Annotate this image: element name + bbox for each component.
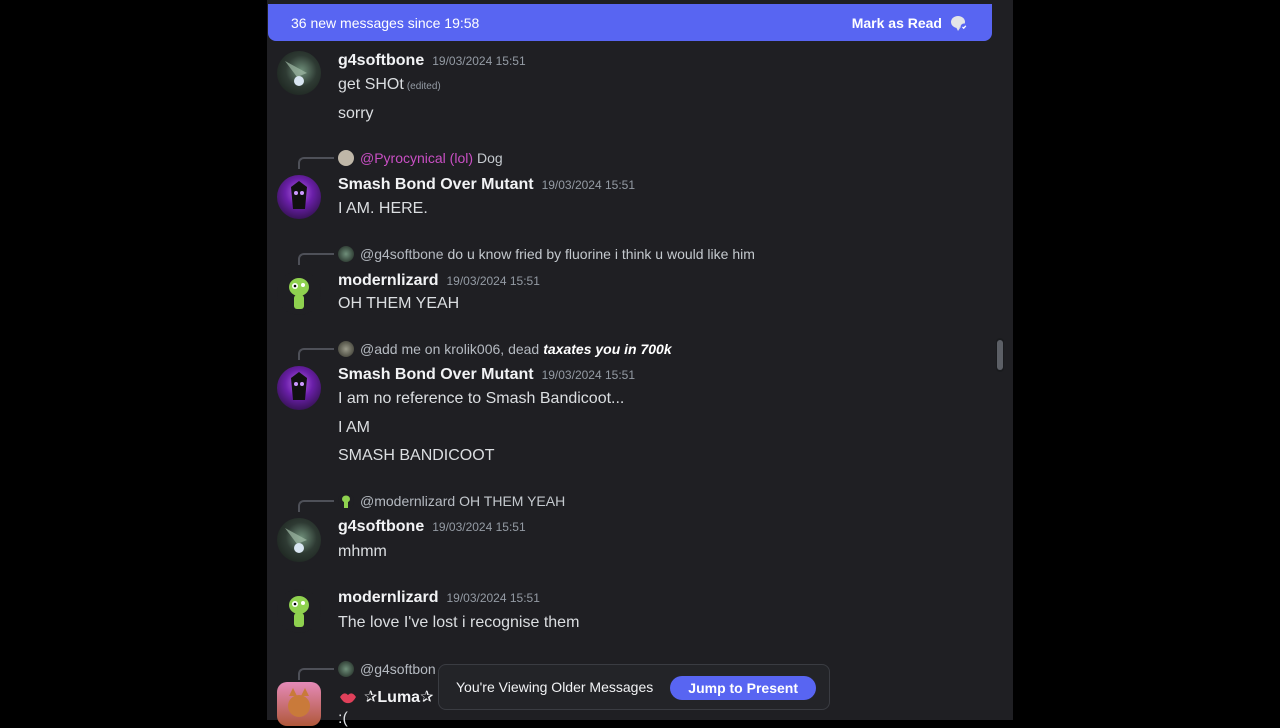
new-messages-text: 36 new messages since 19:58 — [291, 14, 480, 31]
author-name[interactable]: g4softbone — [338, 52, 424, 69]
author-name[interactable]: Smash Bond Over Mutant — [338, 176, 534, 193]
reply-text: do u know fried by fluorine i think u wo… — [447, 246, 755, 262]
username[interactable]: Smash Bond Over Mutant 19/03/2024 15:51 — [338, 176, 635, 194]
message-text: I AM. HERE. — [338, 200, 428, 217]
reply-preview[interactable]: @Pyrocynical (lol) Dog — [338, 150, 503, 166]
reply-preview[interactable]: @g4softbon — [338, 661, 440, 677]
reply-spine — [298, 668, 334, 680]
reply-spine — [298, 500, 334, 512]
mark-read-icon — [951, 15, 968, 31]
message-text: I AM — [338, 419, 371, 436]
author-name[interactable]: g4softbone — [338, 518, 424, 535]
avatar-modernlizard[interactable] — [277, 271, 321, 315]
lizard-mini-icon — [342, 495, 350, 508]
avatar-image — [289, 596, 309, 627]
timestamp: 19/03/2024 15:51 — [541, 368, 635, 382]
avatar-luma[interactable] — [277, 682, 321, 726]
author-name[interactable]: modernlizard — [338, 589, 438, 606]
message-text: OH THEM YEAH — [338, 295, 460, 312]
author-name[interactable]: Smash Bond Over Mutant — [338, 366, 534, 383]
older-messages-text: You're Viewing Older Messages — [456, 679, 654, 695]
message-text: mhmm — [338, 543, 387, 560]
reply-mention[interactable]: @Pyrocynical (lol) — [360, 150, 473, 166]
message-text: The love I've lost i recognise them — [338, 614, 580, 631]
chat-panel — [267, 0, 1013, 720]
message-text: get SHOt (edited) — [338, 76, 441, 94]
jump-to-present-button[interactable]: Jump to Present — [670, 676, 816, 700]
lips-icon — [340, 693, 356, 704]
scrollbar[interactable] — [996, 338, 1004, 372]
avatar-smash-bond[interactable] — [277, 366, 321, 410]
message-text: SMASH BANDICOOT — [338, 447, 495, 464]
timestamp: 19/03/2024 15:51 — [446, 591, 540, 605]
avatar-image — [289, 278, 309, 309]
reply-avatar — [338, 246, 354, 262]
reply-preview[interactable]: @add me on krolik006, dead taxates you i… — [338, 341, 672, 357]
avatar-image — [285, 528, 307, 553]
username[interactable]: Smash Bond Over Mutant 19/03/2024 15:51 — [338, 366, 635, 384]
scrollbar-thumb[interactable] — [997, 340, 1003, 370]
reply-text: Dog — [477, 150, 503, 166]
message-text: :( — [338, 710, 348, 727]
avatar-image — [288, 688, 310, 717]
author-name[interactable]: modernlizard — [338, 272, 438, 289]
username[interactable]: modernlizard 19/03/2024 15:51 — [338, 272, 540, 290]
new-messages-banner[interactable]: 36 new messages since 19:58 Mark as Read — [268, 4, 992, 41]
reply-preview[interactable]: @modernlizard OH THEM YEAH — [338, 493, 565, 509]
avatar-g4softbone[interactable] — [277, 518, 321, 562]
username[interactable]: modernlizard 19/03/2024 15:51 — [338, 589, 540, 607]
reply-preview[interactable]: @g4softbone do u know fried by fluorine … — [338, 246, 755, 262]
timestamp: 19/03/2024 15:51 — [432, 54, 526, 68]
reply-mention[interactable]: @g4softbon — [360, 661, 436, 677]
reply-avatar — [338, 150, 354, 166]
avatar-g4softbone[interactable] — [277, 51, 321, 95]
author-name[interactable]: ✰Luma✰ — [364, 687, 433, 707]
reply-text: taxates you in 700k — [543, 341, 672, 357]
avatar-modernlizard[interactable] — [277, 589, 321, 633]
timestamp: 19/03/2024 15:51 — [446, 274, 540, 288]
avatar-smash-bond[interactable] — [277, 175, 321, 219]
timestamp: 19/03/2024 15:51 — [541, 178, 635, 192]
reply-mention[interactable]: @g4softbone — [360, 246, 444, 262]
reply-spine — [298, 253, 334, 265]
older-messages-bar: You're Viewing Older Messages Jump to Pr… — [438, 664, 830, 710]
message-line: get SHOt — [338, 76, 404, 93]
timestamp: 19/03/2024 15:51 — [432, 520, 526, 534]
reply-spine — [298, 348, 334, 360]
reply-avatar — [338, 341, 354, 357]
avatar-image — [291, 181, 307, 209]
reply-mention[interactable]: @add me on krolik006, dead — [360, 341, 539, 357]
avatar-image — [291, 372, 307, 400]
message-text: sorry — [338, 105, 374, 122]
reply-avatar — [338, 493, 354, 509]
mark-as-read-button[interactable]: Mark as Read — [852, 14, 968, 32]
reply-spine — [298, 157, 334, 169]
avatar-image — [285, 61, 307, 86]
message-text: I am no reference to Smash Bandicoot... — [338, 390, 625, 407]
username[interactable]: g4softbone 19/03/2024 15:51 — [338, 518, 526, 536]
mark-as-read-label: Mark as Read — [851, 14, 942, 31]
reply-text: OH THEM YEAH — [459, 493, 566, 509]
reply-mention[interactable]: @modernlizard — [360, 493, 455, 509]
edited-tag: (edited) — [406, 81, 441, 92]
username[interactable]: ✰Luma✰ — [338, 687, 433, 707]
username[interactable]: g4softbone 19/03/2024 15:51 — [338, 52, 526, 70]
reply-avatar — [338, 661, 354, 677]
